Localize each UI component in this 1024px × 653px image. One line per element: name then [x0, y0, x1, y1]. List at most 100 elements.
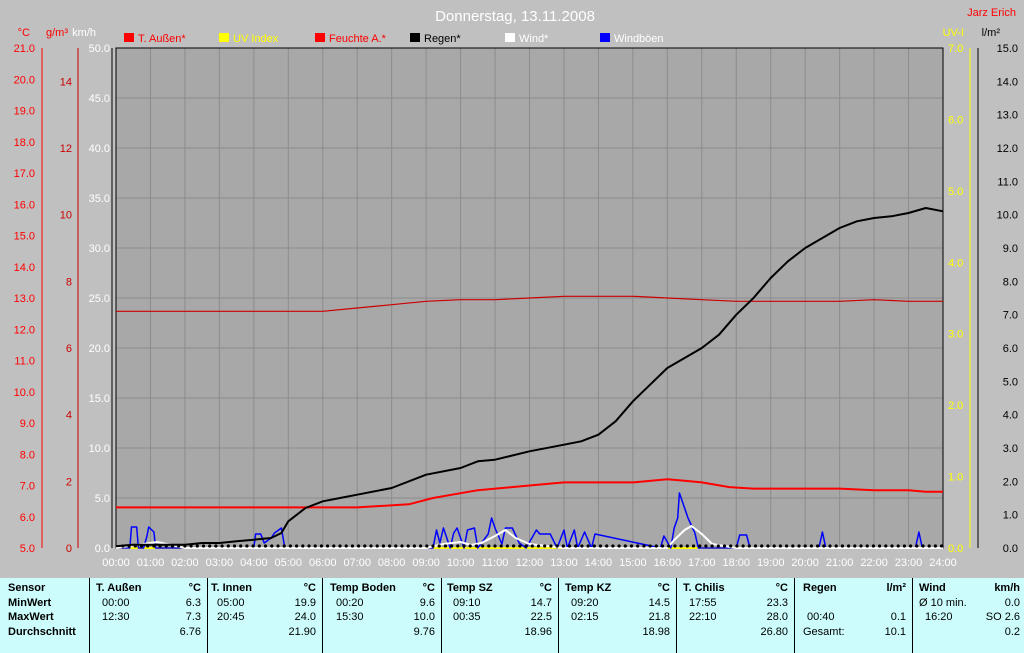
legend-swatch	[600, 33, 610, 42]
avg-value: 9.76	[413, 626, 435, 638]
uv-tick-label: 1.0	[948, 472, 963, 484]
x-tick-label: 05:00	[275, 557, 303, 569]
sample-marker	[307, 544, 311, 548]
sample-marker	[375, 544, 379, 548]
sensor-column: T. Außen °C 00:00 6.3 12:30 7.3 6.76	[90, 578, 208, 653]
sensor-unit: °C	[775, 582, 788, 594]
max-time: 00:35	[453, 611, 481, 623]
wind-tick-label: 45.0	[89, 93, 110, 105]
sample-marker	[319, 544, 323, 548]
sensor-column: Temp Boden °C 00:20 9.6 15:30 10.0 9.76	[324, 578, 442, 653]
sensor-unit: °C	[539, 582, 552, 594]
rain-time: 00:40	[807, 611, 835, 623]
sample-marker	[766, 544, 770, 548]
wind-day-avg: 0.2	[1004, 626, 1020, 638]
sample-marker	[834, 544, 838, 548]
sample-marker	[263, 544, 268, 548]
sensor-column: Temp KZ °C 09:20 14.5 02:15 21.8 18.98	[559, 578, 677, 653]
sample-marker	[158, 544, 162, 548]
sample-marker	[189, 544, 193, 548]
x-tick-label: 23:00	[895, 557, 923, 569]
sample-marker	[295, 544, 299, 548]
sample-marker	[915, 544, 919, 548]
x-tick-label: 07:00	[343, 557, 371, 569]
sample-marker	[921, 544, 925, 548]
sensor-name: Temp KZ	[565, 582, 612, 594]
row-label: MaxWert	[8, 611, 54, 623]
temp-tick-label: 19.0	[14, 106, 35, 118]
avg-value: 18.98	[642, 626, 670, 638]
sample-marker	[909, 544, 913, 548]
humidity-unit-label: g/m³	[46, 27, 68, 39]
wind-tick-label: 30.0	[89, 243, 110, 255]
humidity-tick-label: 10	[60, 210, 72, 222]
temp-tick-label: 18.0	[14, 137, 35, 149]
sample-marker	[785, 544, 789, 548]
legend-label: T. Außen*	[138, 33, 186, 45]
wind-name: Wind	[919, 582, 946, 594]
sample-marker	[139, 544, 144, 548]
max-value: 24.0	[294, 611, 316, 623]
sample-marker	[270, 544, 274, 548]
sample-marker	[871, 544, 876, 548]
sample-marker	[859, 544, 863, 548]
rain-tick-label: 5.0	[1003, 376, 1018, 388]
sensor-name: Temp Boden	[330, 582, 396, 594]
sample-marker	[437, 544, 441, 548]
sample-marker	[853, 544, 857, 548]
humidity-tick-label: 12	[60, 143, 72, 155]
x-tick-label: 06:00	[309, 557, 337, 569]
sample-marker	[201, 544, 206, 548]
sensor-name: T. Außen	[96, 582, 142, 594]
sample-marker	[487, 544, 491, 548]
uv-tick-label: 3.0	[948, 329, 963, 341]
sample-marker	[598, 544, 603, 548]
min-value: 9.6	[419, 597, 435, 609]
sample-marker	[474, 544, 478, 548]
sample-marker	[332, 544, 336, 548]
sample-marker	[232, 544, 237, 548]
sample-marker	[878, 544, 882, 548]
rain-tick-label: 8.0	[1003, 276, 1018, 288]
sample-marker	[431, 544, 435, 548]
sample-marker	[760, 544, 764, 548]
sample-marker	[518, 544, 522, 548]
humidity-tick-label: 2	[66, 476, 72, 488]
rain-tick-label: 3.0	[1003, 443, 1018, 455]
sample-marker	[555, 544, 559, 548]
sample-marker	[524, 544, 528, 548]
x-tick-label: 15:00	[619, 557, 647, 569]
x-tick-label: 09:00	[412, 557, 440, 569]
owner-label: Jarz Erich	[967, 7, 1016, 19]
rain-tick-label: 14.0	[997, 76, 1018, 88]
temp-tick-label: 14.0	[14, 262, 35, 274]
sample-marker	[164, 544, 168, 548]
sample-marker	[146, 544, 150, 548]
temp-tick-label: 7.0	[20, 481, 35, 493]
rain-unit-label: l/m²	[982, 27, 1001, 39]
max-value: 21.8	[648, 611, 670, 623]
sample-marker	[660, 544, 665, 548]
sample-marker	[350, 544, 354, 548]
sample-marker	[691, 544, 696, 548]
sample-marker	[710, 544, 714, 548]
sample-marker	[257, 544, 261, 548]
max-time: 15:30	[336, 611, 364, 623]
x-tick-label: 17:00	[688, 557, 716, 569]
rain-total: 10.1	[884, 626, 906, 638]
sample-marker	[890, 544, 894, 548]
wind-tick-label: 40.0	[89, 143, 110, 155]
temp-tick-label: 9.0	[20, 418, 35, 430]
sample-marker	[493, 544, 497, 548]
sample-marker	[791, 544, 795, 548]
wind-column: Wind km/h Ø 10 min. 0.0 16:20 SO 2.6 0.2	[913, 578, 1024, 653]
sample-marker	[902, 544, 907, 548]
temp-unit-label: °C	[18, 27, 30, 39]
legend-swatch	[124, 33, 134, 42]
sample-marker	[716, 544, 720, 548]
sensor-header: Sensor	[8, 582, 46, 594]
sample-marker	[301, 544, 305, 548]
sensor-name: Temp SZ	[447, 582, 493, 594]
wind-tick-label: 10.0	[89, 443, 110, 455]
sample-marker	[567, 544, 572, 548]
